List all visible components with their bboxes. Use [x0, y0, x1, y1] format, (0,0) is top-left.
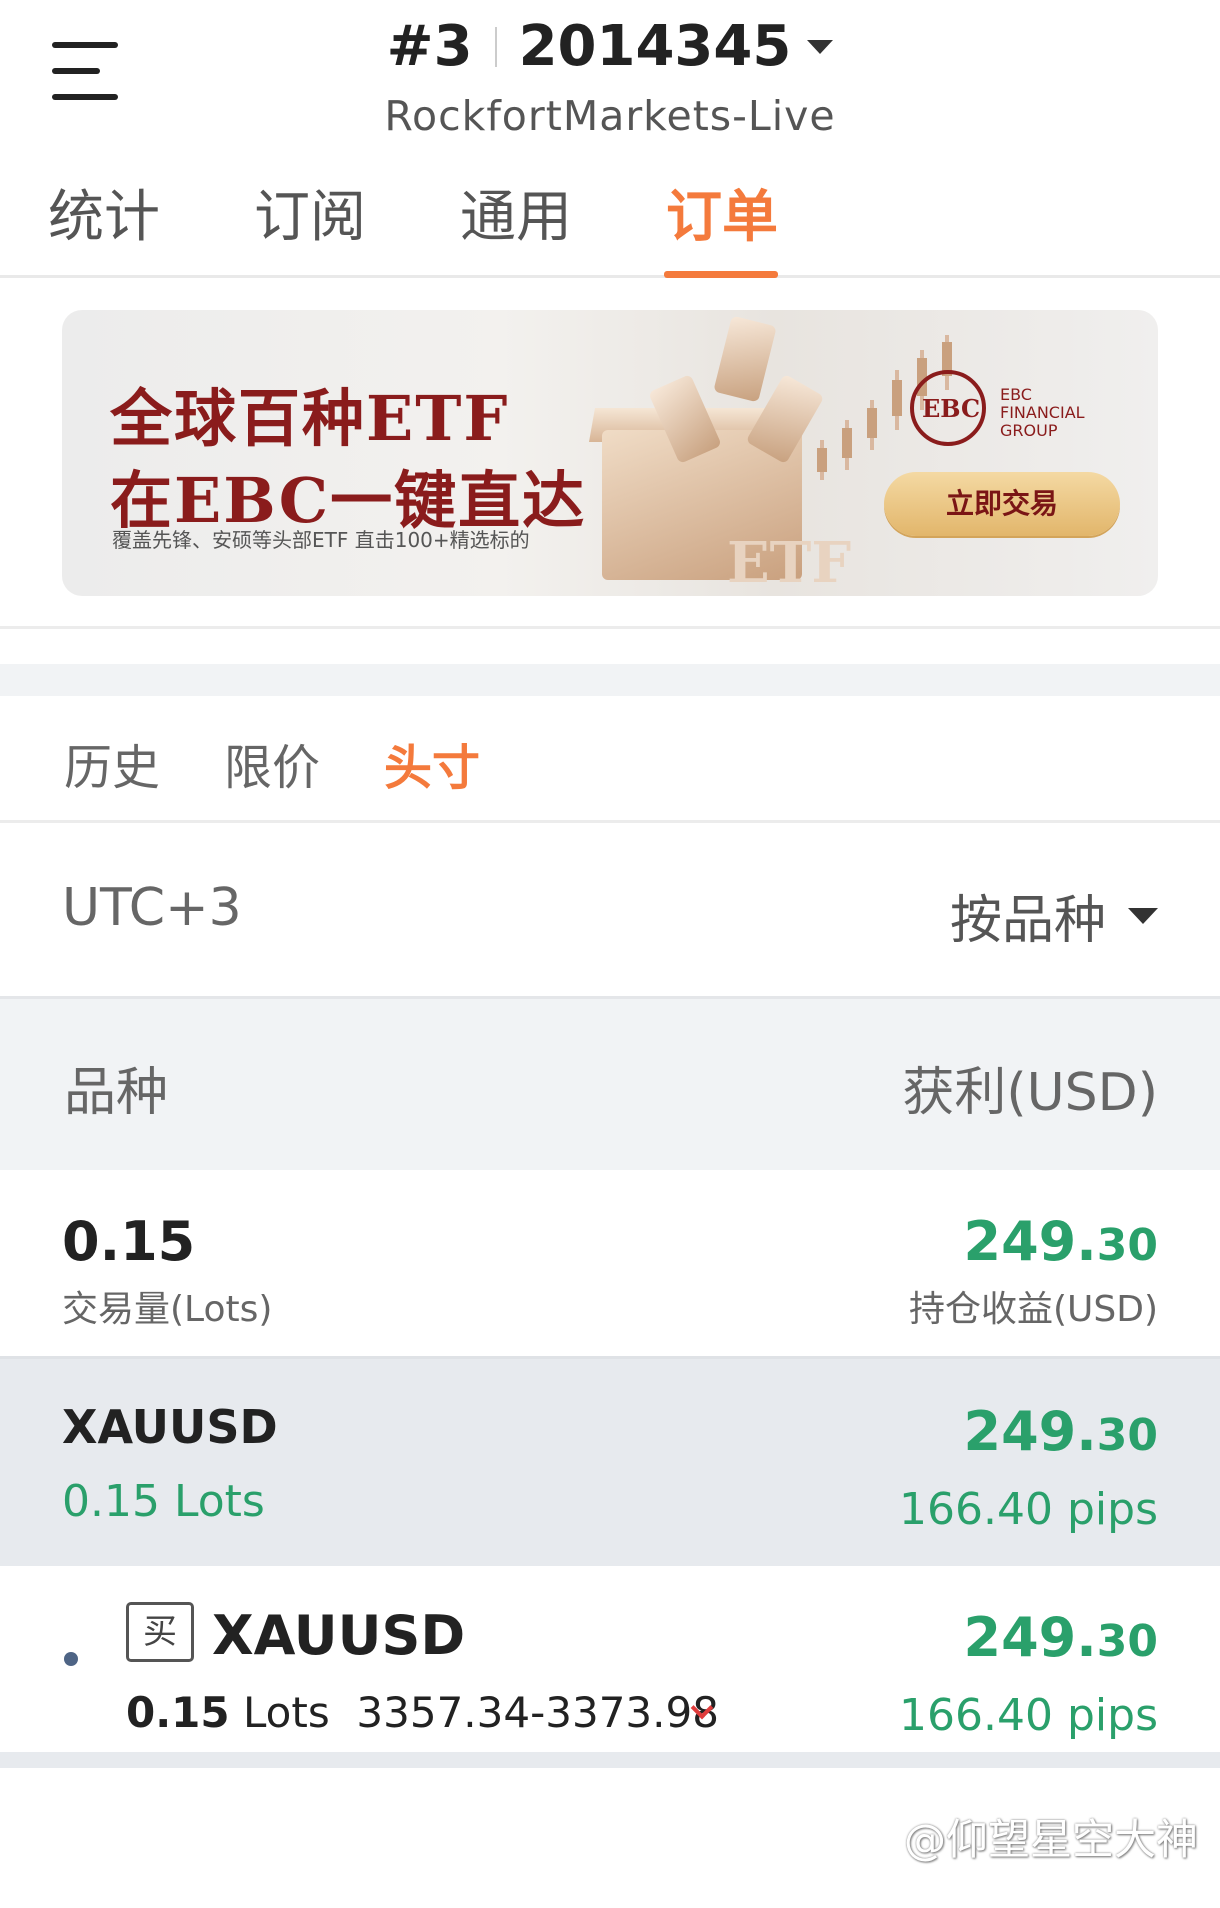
banner-title: 全球百种ETF 在EBC一键直达 [110, 382, 587, 537]
position-details: 0.15 Lots 3357.34-3373.98 [126, 1688, 719, 1737]
divider [0, 820, 1220, 823]
watermark: @仰望星空大神 [903, 1815, 1198, 1864]
group-symbol: XAUUSD [62, 1400, 278, 1454]
column-profit: 获利(USD) [902, 1063, 1158, 1123]
group-pips: 166.40 pips [899, 1484, 1158, 1535]
subtab-positions[interactable]: 头寸 [384, 728, 480, 798]
list-bottom-border [0, 1752, 1220, 1768]
sort-label: 按品种 [949, 891, 1106, 951]
total-volume: 0.15 [62, 1210, 196, 1273]
tab-subscription[interactable]: 订阅 [254, 172, 366, 253]
divider [0, 626, 1220, 629]
ebc-logo-icon: EBC [910, 370, 986, 446]
caret-down-icon [1128, 907, 1158, 924]
banner-etf-text: ETF [727, 530, 852, 596]
account-selector[interactable]: #3 2014345 [0, 14, 1220, 79]
subtab-history[interactable]: 历史 [64, 728, 160, 798]
timezone-label: UTC+3 [62, 878, 242, 938]
position-symbol: XAUUSD [212, 1604, 466, 1667]
account-divider [494, 26, 497, 67]
buy-badge: 买 [126, 1602, 194, 1662]
total-profit: 249.30 [963, 1210, 1158, 1273]
ebc-brand-text: EBC FINANCIAL GROUP [1000, 385, 1085, 440]
sort-by-symbol-dropdown[interactable]: 按品种 [950, 878, 1158, 953]
caret-down-icon[interactable] [807, 39, 834, 54]
bullet-dot-icon [64, 1652, 78, 1666]
banner-subtitle: 覆盖先锋、安硕等头部ETF 直击100+精选标的 [112, 528, 530, 552]
tab-statistics[interactable]: 统计 [48, 172, 160, 253]
promo-banner[interactable]: 全球百种ETF 在EBC一键直达 覆盖先锋、安硕等头部ETF 直击100+精选标… [62, 310, 1158, 596]
total-volume-label: 交易量(Lots) [62, 1289, 273, 1330]
column-symbol: 品种 [64, 1063, 169, 1123]
server-name: RockfortMarkets-Live [384, 92, 836, 140]
total-profit-label: 持仓收益(USD) [908, 1289, 1158, 1330]
tab-general[interactable]: 通用 [460, 172, 572, 253]
group-lots: 0.15 Lots [62, 1476, 265, 1527]
group-profit: 249.30 [963, 1400, 1158, 1463]
position-pips: 166.40 pips [899, 1690, 1158, 1741]
section-gap [0, 664, 1220, 696]
tab-orders[interactable]: 订单 [666, 172, 778, 253]
subtab-limit[interactable]: 限价 [224, 728, 320, 798]
top-tabs: 统计 订阅 通用 订单 [0, 160, 1220, 278]
trade-now-button[interactable]: 立即交易 [884, 472, 1120, 536]
active-tab-indicator [664, 271, 778, 278]
position-profit: 249.30 [963, 1606, 1158, 1669]
account-index: #3 [386, 14, 473, 79]
gold-bar-icon [713, 315, 777, 403]
account-number: 2014345 [518, 14, 792, 79]
